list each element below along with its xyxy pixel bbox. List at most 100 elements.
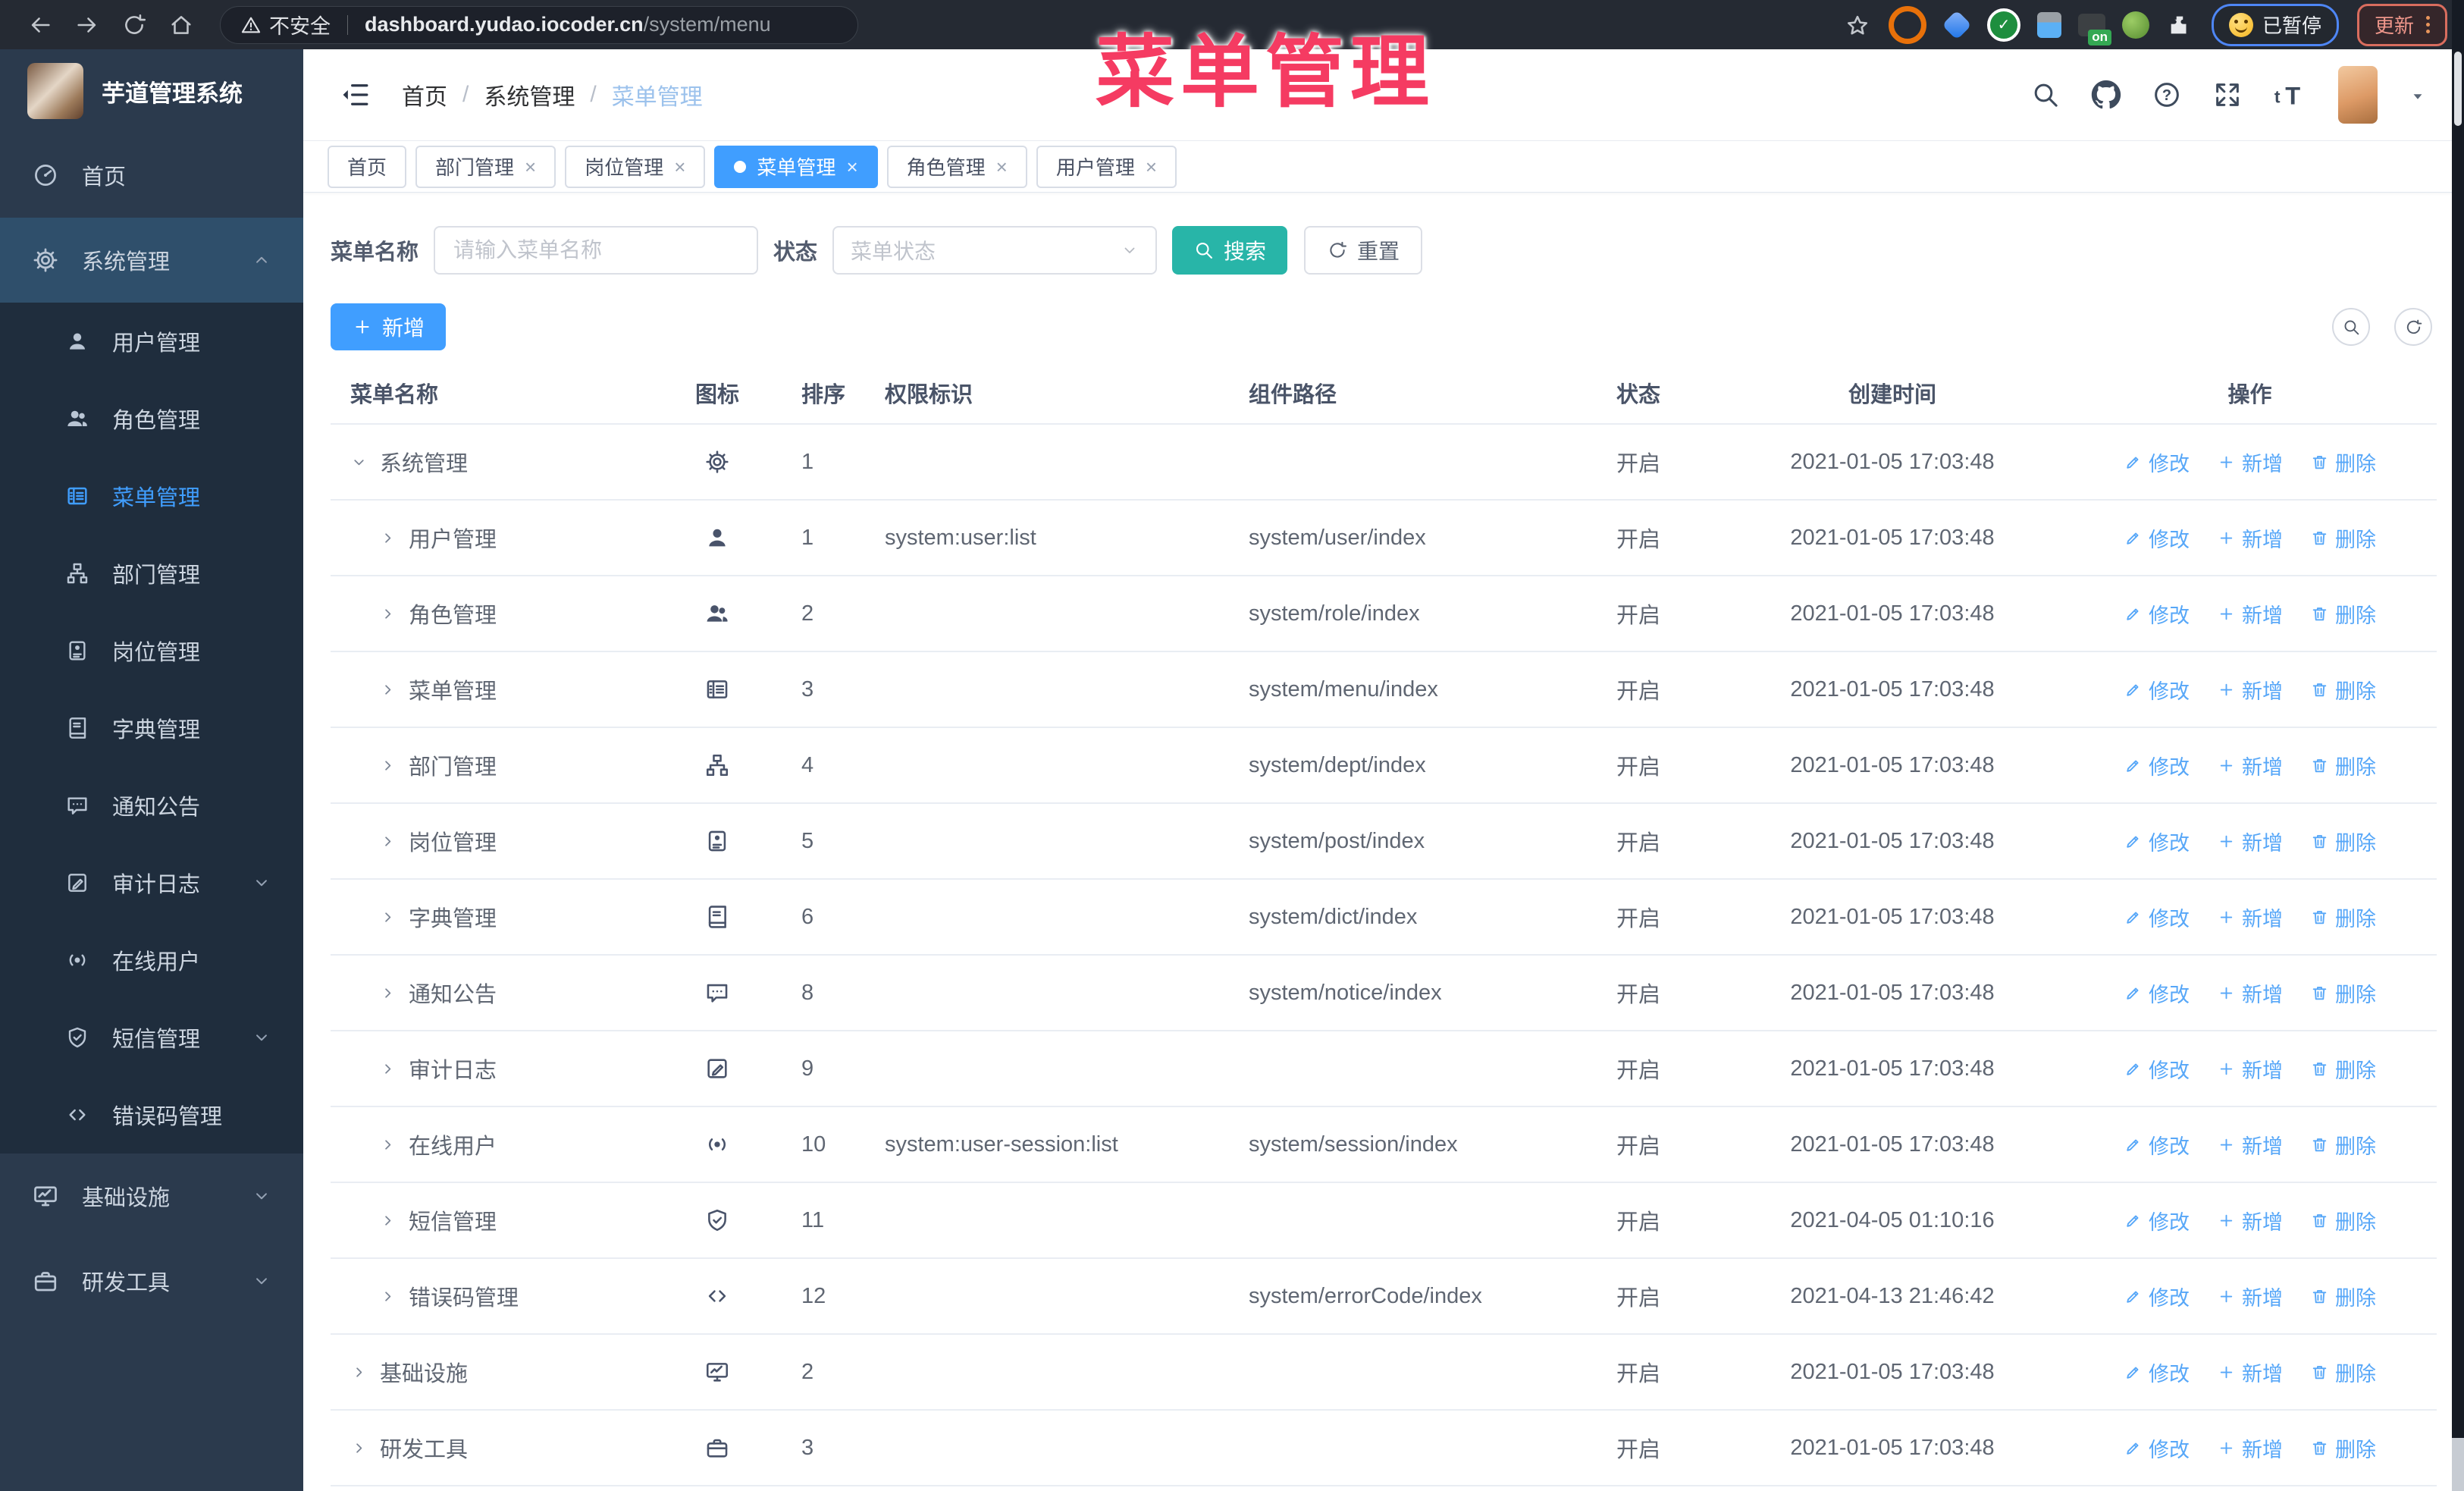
- sidebar-item-dept[interactable]: 部门管理: [0, 535, 303, 612]
- edit-link[interactable]: 修改: [2124, 827, 2190, 856]
- collapse-sidebar-icon[interactable]: [340, 79, 371, 111]
- github-icon[interactable]: [2091, 80, 2121, 110]
- reset-button[interactable]: 重置: [1304, 226, 1423, 275]
- tab-home[interactable]: 首页: [328, 145, 407, 188]
- update-browser-button[interactable]: 更新: [2356, 3, 2447, 46]
- add-link[interactable]: 新增: [2217, 1054, 2283, 1084]
- breadcrumb-item[interactable]: 首页: [402, 78, 447, 111]
- edit-link[interactable]: 修改: [2124, 447, 2190, 477]
- sidebar-item-tools[interactable]: 研发工具: [0, 1238, 303, 1323]
- edit-link[interactable]: 修改: [2124, 1358, 2190, 1387]
- expand-arrow-icon[interactable]: [379, 909, 397, 926]
- edit-link[interactable]: 修改: [2124, 599, 2190, 629]
- refresh-table-button[interactable]: [2394, 308, 2432, 346]
- delete-link[interactable]: 删除: [2310, 1282, 2376, 1311]
- edit-link[interactable]: 修改: [2124, 1282, 2190, 1311]
- add-link[interactable]: 新增: [2217, 1130, 2283, 1160]
- grid-blue-extension-icon[interactable]: [2036, 11, 2061, 38]
- bookmark-star-icon[interactable]: [1845, 10, 1870, 39]
- address-bar[interactable]: 不安全 dashboard.yudao.iocoder.cn/system/me…: [220, 5, 858, 44]
- browser-reload-button[interactable]: [121, 12, 147, 38]
- sidebar-item-dict[interactable]: 字典管理: [0, 689, 303, 767]
- tab-post[interactable]: 岗位管理 ×: [565, 145, 706, 188]
- add-link[interactable]: 新增: [2217, 599, 2283, 629]
- expand-arrow-icon[interactable]: [379, 1288, 397, 1305]
- puzzle-white-extension-icon[interactable]: [2166, 11, 2193, 39]
- expand-arrow-icon[interactable]: [350, 454, 368, 471]
- sidebar-item-online[interactable]: 在线用户: [0, 921, 303, 999]
- close-tab-icon[interactable]: ×: [674, 157, 685, 177]
- delete-link[interactable]: 删除: [2310, 827, 2376, 856]
- status-select[interactable]: 菜单状态: [832, 226, 1158, 275]
- search-icon[interactable]: [2030, 80, 2061, 110]
- sidebar-item-role[interactable]: 角色管理: [0, 380, 303, 457]
- expand-arrow-icon[interactable]: [379, 757, 397, 774]
- expand-arrow-icon[interactable]: [379, 605, 397, 623]
- orange-circle-extension-icon[interactable]: [1888, 5, 1926, 44]
- expand-arrow-icon[interactable]: [379, 681, 397, 698]
- tab-menu[interactable]: 菜单管理 ×: [714, 145, 878, 188]
- delete-link[interactable]: 删除: [2310, 1054, 2376, 1084]
- sidebar-item-auditlog[interactable]: 审计日志: [0, 844, 303, 921]
- browser-back-button[interactable]: [27, 12, 53, 38]
- add-link[interactable]: 新增: [2217, 675, 2283, 705]
- add-link[interactable]: 新增: [2217, 978, 2283, 1008]
- sidebar-item-errcode[interactable]: 错误码管理: [0, 1076, 303, 1154]
- page-scrollbar[interactable]: [2452, 0, 2464, 1491]
- delete-link[interactable]: 删除: [2310, 675, 2376, 705]
- paused-extension-badge[interactable]: 已暂停: [2211, 3, 2339, 46]
- add-link[interactable]: 新增: [2217, 523, 2283, 553]
- delete-link[interactable]: 删除: [2310, 978, 2376, 1008]
- menu-name-input[interactable]: [452, 237, 741, 263]
- expand-arrow-icon[interactable]: [379, 833, 397, 850]
- close-tab-icon[interactable]: ×: [996, 157, 1008, 177]
- green-check-extension-icon[interactable]: ✓: [1986, 8, 2020, 42]
- sidebar-item-infra[interactable]: 基础设施: [0, 1154, 303, 1238]
- expand-arrow-icon[interactable]: [379, 1060, 397, 1078]
- font-size-icon[interactable]: [2273, 77, 2308, 112]
- delete-link[interactable]: 删除: [2310, 523, 2376, 553]
- sidebar-item-menu[interactable]: 菜单管理: [0, 457, 303, 535]
- delete-link[interactable]: 删除: [2310, 1358, 2376, 1387]
- add-link[interactable]: 新增: [2217, 902, 2283, 932]
- add-link[interactable]: 新增: [2217, 1206, 2283, 1235]
- breadcrumb-item[interactable]: 系统管理: [484, 78, 575, 111]
- delete-link[interactable]: 删除: [2310, 599, 2376, 629]
- edit-link[interactable]: 修改: [2124, 675, 2190, 705]
- tab-user[interactable]: 用户管理 ×: [1036, 145, 1177, 188]
- delete-link[interactable]: 删除: [2310, 902, 2376, 932]
- delete-link[interactable]: 删除: [2310, 1433, 2376, 1463]
- add-link[interactable]: 新增: [2217, 1282, 2283, 1311]
- help-icon[interactable]: [2152, 80, 2182, 110]
- sidebar-item-post[interactable]: 岗位管理: [0, 612, 303, 689]
- tab-role[interactable]: 角色管理 ×: [886, 145, 1027, 188]
- add-link[interactable]: 新增: [2217, 827, 2283, 856]
- edit-link[interactable]: 修改: [2124, 1054, 2190, 1084]
- close-tab-icon[interactable]: ×: [846, 157, 857, 177]
- edit-link[interactable]: 修改: [2124, 1130, 2190, 1160]
- expand-arrow-icon[interactable]: [350, 1439, 368, 1457]
- fullscreen-icon[interactable]: [2212, 80, 2243, 110]
- add-button[interactable]: 新增: [331, 303, 447, 350]
- user-menu-caret-icon[interactable]: [2408, 83, 2428, 107]
- browser-forward-button[interactable]: [74, 12, 100, 38]
- tab-dept[interactable]: 部门管理 ×: [415, 145, 556, 188]
- user-avatar[interactable]: [2338, 66, 2378, 124]
- delete-link[interactable]: 删除: [2310, 751, 2376, 780]
- dark-on-extension-icon[interactable]: on: [2077, 13, 2111, 46]
- sidebar-logo[interactable]: 芋道管理系统: [0, 49, 303, 133]
- sidebar-item-home[interactable]: 首页: [0, 133, 303, 218]
- close-tab-icon[interactable]: ×: [525, 157, 536, 177]
- edit-link[interactable]: 修改: [2124, 1206, 2190, 1235]
- sidebar-item-sms[interactable]: 短信管理: [0, 999, 303, 1076]
- edit-link[interactable]: 修改: [2124, 1433, 2190, 1463]
- edit-link[interactable]: 修改: [2124, 902, 2190, 932]
- expand-arrow-icon[interactable]: [350, 1364, 368, 1381]
- security-chip[interactable]: 不安全: [240, 10, 331, 39]
- sidebar-item-notice[interactable]: 通知公告: [0, 767, 303, 844]
- sidebar-item-system[interactable]: 系统管理: [0, 218, 303, 303]
- delete-link[interactable]: 删除: [2310, 1130, 2376, 1160]
- kebab-menu-icon[interactable]: [2426, 16, 2430, 33]
- toggle-search-button[interactable]: [2332, 308, 2370, 346]
- edit-link[interactable]: 修改: [2124, 523, 2190, 553]
